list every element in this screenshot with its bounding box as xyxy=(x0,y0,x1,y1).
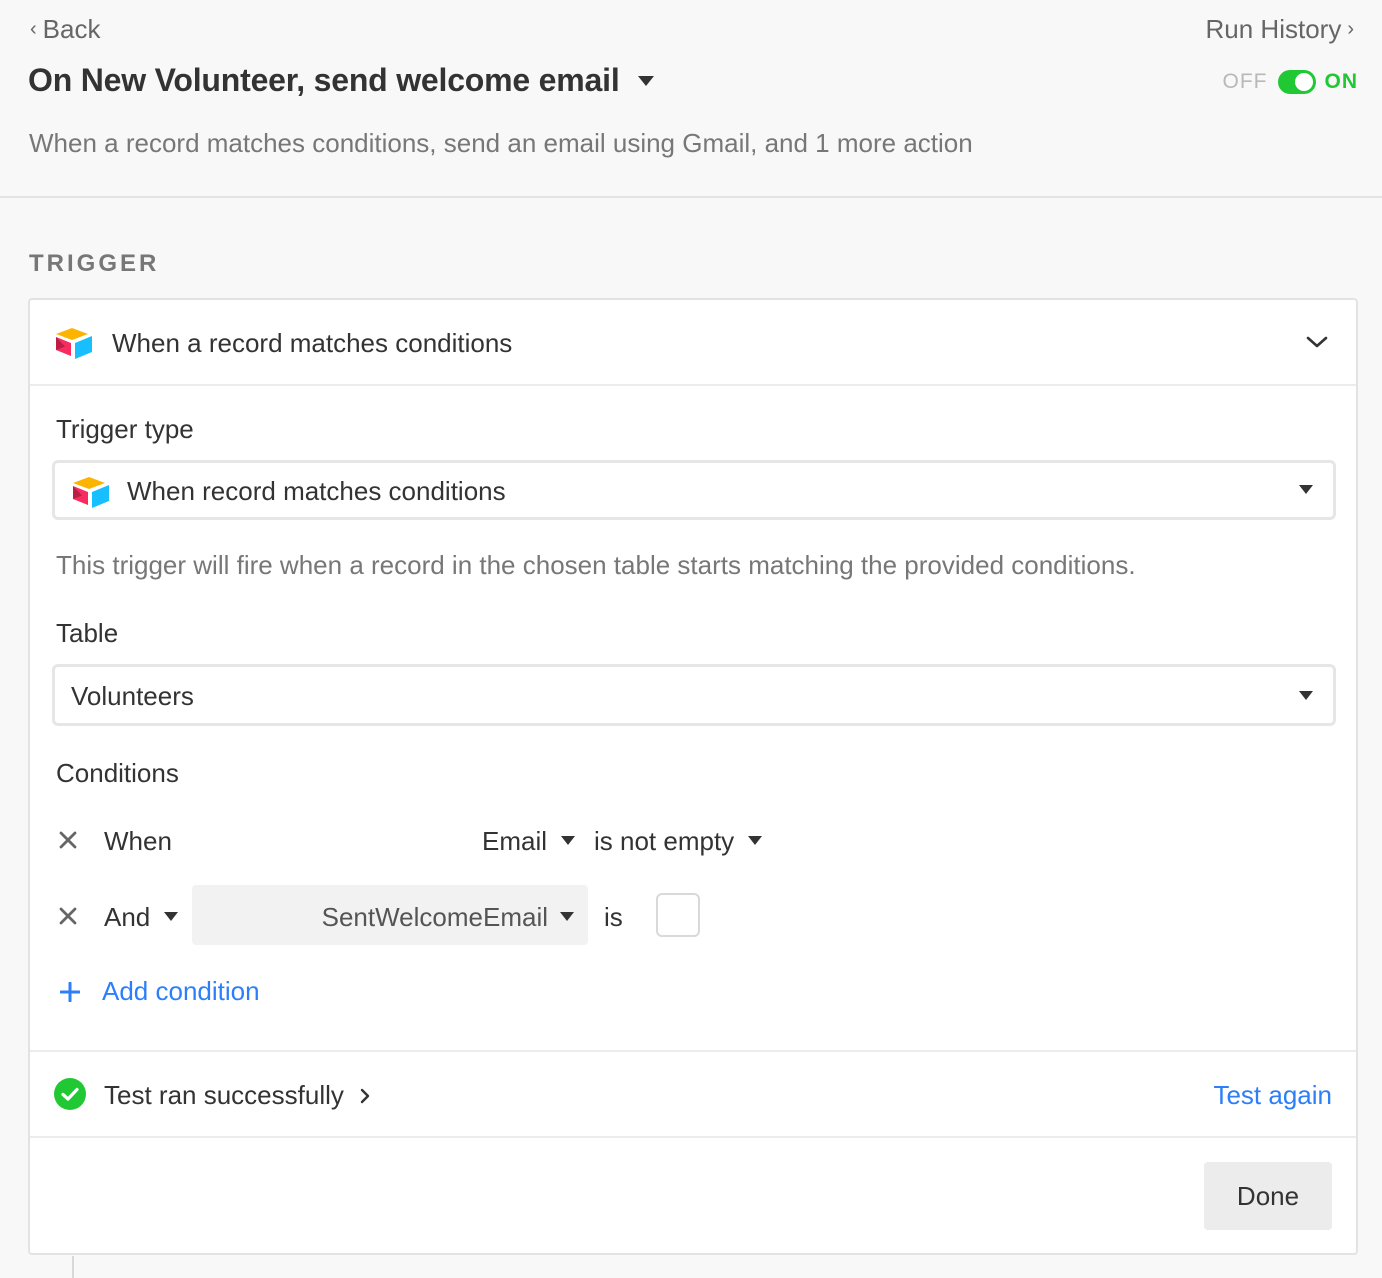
check-circle-icon xyxy=(54,1078,86,1110)
caret-down-icon xyxy=(1299,485,1313,494)
caret-down-icon[interactable] xyxy=(637,75,654,86)
condition-field-value: Email xyxy=(482,826,548,856)
condition-field-dropdown[interactable]: Email xyxy=(482,826,576,857)
chevron-left-icon: ‹ xyxy=(30,18,37,40)
automation-header: ‹ Back Run History › On New Volunteer, s… xyxy=(0,0,1382,198)
step-connector-line xyxy=(72,1256,74,1278)
trigger-help-text: This trigger will fire when a record in … xyxy=(56,550,1136,580)
trigger-card: When a record matches conditions Trigger… xyxy=(28,298,1358,1255)
close-icon[interactable] xyxy=(56,904,80,928)
trigger-card-title: When a record matches conditions xyxy=(112,328,513,358)
airtable-logo-icon xyxy=(73,477,109,508)
caret-down-icon xyxy=(561,835,576,845)
automation-toggle-group: OFF ON xyxy=(1223,70,1359,94)
condition-field-value: SentWelcomeEmail xyxy=(321,902,548,932)
chevron-right-icon: › xyxy=(1347,18,1354,40)
divider xyxy=(30,1136,1356,1138)
caret-down-icon xyxy=(560,912,574,921)
trigger-type-select[interactable]: When record matches conditions xyxy=(52,460,1336,520)
condition-operator-value: is not empty xyxy=(594,826,735,856)
run-history-label: Run History xyxy=(1205,14,1342,44)
toggle-off-label: OFF xyxy=(1222,70,1268,93)
add-condition-button[interactable]: Add condition xyxy=(60,976,260,1007)
toggle-on-label: ON xyxy=(1324,70,1358,93)
title-row: On New Volunteer, send welcome email xyxy=(28,62,654,99)
trigger-card-header[interactable]: When a record matches conditions xyxy=(30,300,1356,386)
condition-conjunction: And xyxy=(104,902,151,932)
condition-operator-dropdown[interactable]: is not empty xyxy=(594,826,763,857)
caret-down-icon xyxy=(1299,691,1313,700)
back-label: Back xyxy=(42,14,101,44)
section-label-trigger: TRIGGER xyxy=(29,250,160,277)
test-result-link[interactable]: Test ran successfully xyxy=(104,1080,370,1111)
caret-down-icon xyxy=(164,911,179,921)
done-button[interactable]: Done xyxy=(1204,1162,1332,1230)
automation-toggle[interactable] xyxy=(1277,70,1316,94)
add-condition-label: Add condition xyxy=(102,976,260,1006)
plus-icon xyxy=(60,981,80,1002)
test-again-button[interactable]: Test again xyxy=(1213,1080,1332,1111)
caret-down-icon xyxy=(748,835,763,845)
test-status-row: Test ran successfully Test again xyxy=(30,1052,1356,1136)
automation-summary: When a record matches conditions, send a… xyxy=(29,128,973,158)
condition-field-dropdown[interactable]: SentWelcomeEmail xyxy=(192,885,588,945)
toggle-knob xyxy=(1294,73,1313,91)
close-icon[interactable] xyxy=(56,828,80,852)
condition-operator: is xyxy=(604,902,623,932)
conditions-label: Conditions xyxy=(56,758,179,788)
table-label: Table xyxy=(56,618,119,648)
table-value: Volunteers xyxy=(71,681,194,711)
trigger-type-value: When record matches conditions xyxy=(127,476,506,506)
run-history-link[interactable]: Run History › xyxy=(1206,14,1355,45)
condition-row: And SentWelcomeEmail is xyxy=(52,885,1332,948)
condition-conjunction: When xyxy=(104,826,172,856)
condition-row: When Email is not empty xyxy=(52,816,1332,872)
chevron-right-icon xyxy=(360,1088,370,1103)
airtable-logo-icon xyxy=(56,328,92,359)
back-link[interactable]: ‹ Back xyxy=(30,14,100,45)
condition-value-checkbox[interactable] xyxy=(656,893,700,937)
condition-conjunction-dropdown[interactable]: And xyxy=(104,902,179,933)
table-select[interactable]: Volunteers xyxy=(52,664,1336,726)
page-title: On New Volunteer, send welcome email xyxy=(28,62,620,98)
test-status-label: Test ran successfully xyxy=(104,1080,344,1110)
chevron-down-icon[interactable] xyxy=(1306,334,1328,350)
trigger-type-label: Trigger type xyxy=(56,414,194,444)
